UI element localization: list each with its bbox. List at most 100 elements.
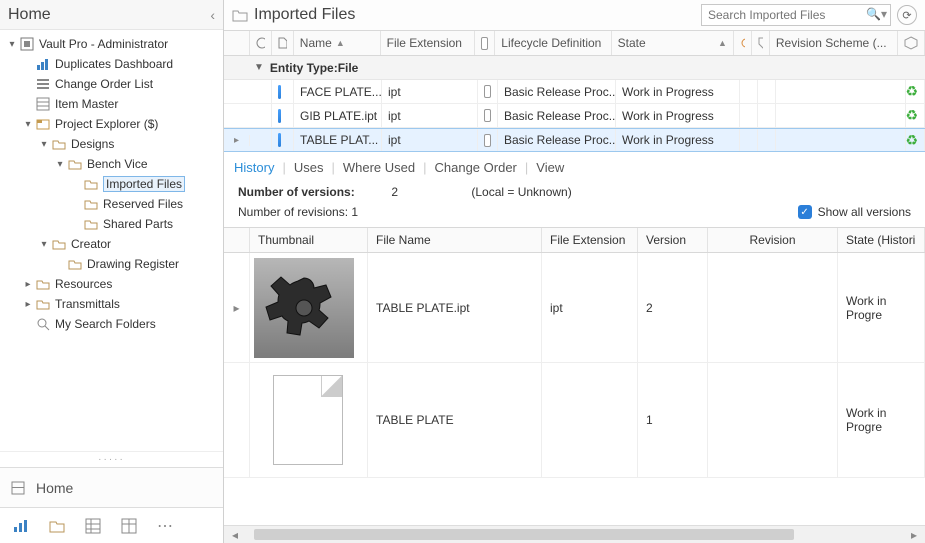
project-icon	[35, 116, 51, 132]
col-lifecycle[interactable]: Lifecycle Definition	[495, 31, 611, 55]
dcol-thumb[interactable]: Thumbnail	[250, 228, 368, 252]
group-header[interactable]: ▼Entity Type:File	[224, 56, 925, 80]
nav-tree: ▾ Vault Pro - Administrator Duplicates D…	[0, 30, 223, 451]
vault-icon	[19, 36, 35, 52]
dcol-state[interactable]: State (Histori	[838, 228, 925, 252]
thumbnail-doc	[273, 375, 343, 465]
meta-revisions: Number of revisions: 1 ✓Show all version…	[224, 203, 925, 227]
tree-drawing-register[interactable]: Drawing Register	[0, 254, 223, 274]
folder-icon	[67, 156, 83, 172]
tb-folder-icon[interactable]	[48, 517, 66, 535]
tree-item[interactable]: Item Master	[0, 94, 223, 114]
detail-grid-header: Thumbnail File Name File Extension Versi…	[224, 227, 925, 253]
tree-my-search[interactable]: My Search Folders	[0, 314, 223, 334]
tab-where-used[interactable]: Where Used	[343, 160, 415, 175]
item-master-icon	[35, 96, 51, 112]
col-ext[interactable]: File Extension	[381, 31, 476, 55]
tree-item[interactable]: Change Order List	[0, 74, 223, 94]
col-tag-icon[interactable]	[734, 31, 752, 55]
tb-chart-icon[interactable]	[12, 517, 30, 535]
tree-project-explorer[interactable]: ▾Project Explorer ($)	[0, 114, 223, 134]
recycle-icon: ♻	[906, 83, 918, 100]
meta-versions: Number of versions: 2 (Local = Unknown)	[224, 181, 925, 203]
tb-grid-icon[interactable]	[84, 517, 102, 535]
col-lifecycle-check[interactable]	[475, 31, 495, 55]
show-all-versions[interactable]: ✓Show all versions	[798, 205, 911, 219]
home-button[interactable]: Home	[0, 467, 223, 507]
tree-item[interactable]: Duplicates Dashboard	[0, 54, 223, 74]
scrollbar-thumb[interactable]	[254, 529, 794, 540]
content-title: Imported Files	[232, 6, 355, 24]
col-file-icon[interactable]	[272, 31, 294, 55]
detail-grid-body: ▸ TABLE PLATE.ipt ipt 2 Work in Progre T…	[224, 253, 925, 525]
tree-reserved-files[interactable]: Reserved Files	[0, 194, 223, 214]
folder-icon	[232, 8, 248, 22]
left-header: Home ‹	[0, 0, 223, 30]
tree-designs[interactable]: ▾Designs	[0, 134, 223, 154]
checkbox-checked-icon: ✓	[798, 205, 812, 219]
tree-shared-parts[interactable]: Shared Parts	[0, 214, 223, 234]
col-name[interactable]: Name▲	[294, 31, 381, 55]
refresh-button[interactable]: ⟳	[897, 5, 917, 25]
col-cube-icon[interactable]	[898, 31, 925, 55]
folder-icon	[83, 216, 99, 232]
col-state[interactable]: State▲	[612, 31, 734, 55]
row-checkbox[interactable]	[484, 134, 491, 147]
col-tag2-icon[interactable]	[752, 31, 770, 55]
home-icon	[10, 480, 26, 496]
left-title: Home	[8, 6, 210, 24]
search-options-icon[interactable]: 🔍▾	[866, 7, 887, 21]
file-row[interactable]: FACE PLATE... ipt Basic Release Proc... …	[224, 80, 925, 104]
tab-change-order[interactable]: Change Order	[435, 160, 517, 175]
chart-icon	[35, 56, 51, 72]
splitter[interactable]: ·····	[0, 451, 223, 467]
thumbnail-3d	[254, 258, 354, 358]
dcol-fext[interactable]: File Extension	[542, 228, 638, 252]
detail-row[interactable]: TABLE PLATE 1 Work in Progre	[224, 363, 925, 478]
file-row[interactable]: ▸ TABLE PLAT... ipt Basic Release Proc..…	[224, 128, 925, 152]
tree-transmittals[interactable]: ▸Transmittals	[0, 294, 223, 314]
tb-table-icon[interactable]	[120, 517, 138, 535]
folder-icon	[35, 276, 51, 292]
tb-more-icon[interactable]: ⋯	[156, 517, 174, 535]
horizontal-scrollbar[interactable]: ◂ ▸	[224, 525, 925, 543]
file-icon	[278, 85, 281, 99]
folder-icon	[83, 196, 99, 212]
tab-view[interactable]: View	[536, 160, 564, 175]
tree-resources[interactable]: ▸Resources	[0, 274, 223, 294]
folder-icon	[51, 236, 67, 252]
folder-icon	[35, 296, 51, 312]
folder-icon	[83, 176, 99, 192]
collapse-left-icon[interactable]: ‹	[210, 7, 215, 23]
folder-icon	[67, 256, 83, 272]
search-folder-icon	[35, 316, 51, 332]
left-panel: Home ‹ ▾ Vault Pro - Administrator Dupli…	[0, 0, 224, 543]
col-rev[interactable]: Revision Scheme (...	[770, 31, 898, 55]
tree-imported-files[interactable]: Imported Files	[0, 174, 223, 194]
dcol-rev[interactable]: Revision	[708, 228, 838, 252]
dcol-ver[interactable]: Version	[638, 228, 708, 252]
tab-uses[interactable]: Uses	[294, 160, 324, 175]
recycle-icon: ♻	[906, 107, 918, 124]
file-row[interactable]: GIB PLATE.ipt ipt Basic Release Proc... …	[224, 104, 925, 128]
list-icon	[35, 76, 51, 92]
folder-icon	[51, 136, 67, 152]
row-checkbox[interactable]	[484, 109, 491, 122]
file-icon	[278, 133, 281, 147]
detail-tabs: History| Uses| Where Used| Change Order|…	[224, 152, 925, 181]
recycle-icon: ♻	[906, 132, 918, 149]
tree-creator[interactable]: ▾Creator	[0, 234, 223, 254]
right-header: Imported Files 🔍▾ ⟳	[224, 0, 925, 30]
dcol-fname[interactable]: File Name	[368, 228, 542, 252]
search-input[interactable]	[701, 4, 891, 26]
bottom-toolbar: ⋯	[0, 507, 223, 543]
file-grid-header: Name▲ File Extension Lifecycle Definitio…	[224, 30, 925, 56]
file-icon	[278, 109, 281, 123]
row-checkbox[interactable]	[484, 85, 491, 98]
col-status-icon[interactable]	[250, 31, 272, 55]
tab-history[interactable]: History	[234, 160, 274, 175]
right-panel: Imported Files 🔍▾ ⟳ Name▲ File Extension…	[224, 0, 925, 543]
tree-bench-vice[interactable]: ▾Bench Vice	[0, 154, 223, 174]
tree-root[interactable]: ▾ Vault Pro - Administrator	[0, 34, 223, 54]
detail-row[interactable]: ▸ TABLE PLATE.ipt ipt 2 Work in Progre	[224, 253, 925, 363]
